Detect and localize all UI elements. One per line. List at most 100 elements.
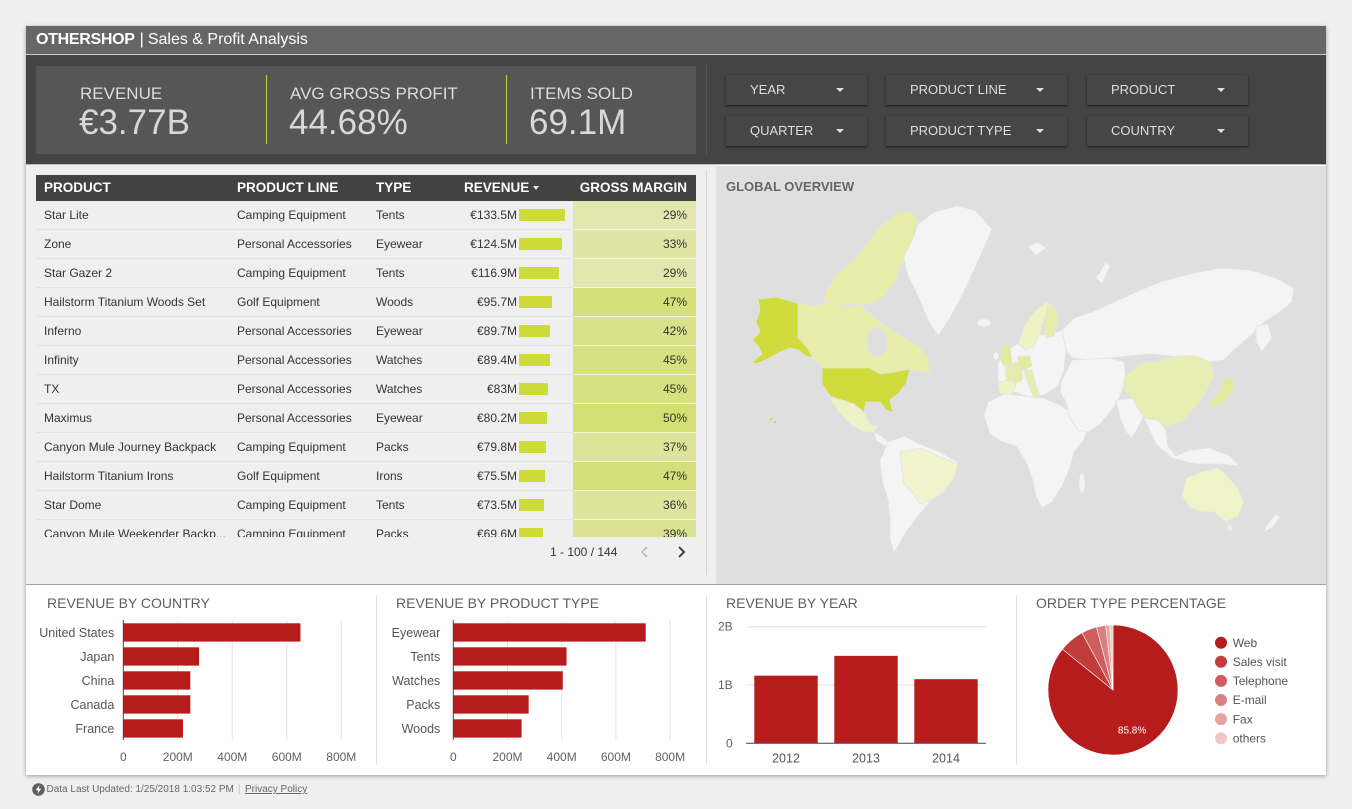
cell-revenue: €133.5M	[470, 208, 517, 222]
legend-swatch	[1215, 694, 1227, 706]
cell-product: Infinity	[44, 353, 79, 367]
bar[interactable]	[123, 671, 191, 690]
legend-item[interactable]: E-mail	[1215, 693, 1267, 707]
bar[interactable]	[453, 671, 563, 690]
column-header-revenue[interactable]: REVENUE	[464, 175, 529, 201]
chevron-left-icon[interactable]	[639, 543, 651, 561]
map-region-new-zealand[interactable]	[1263, 513, 1281, 533]
kpi-divider	[266, 75, 267, 144]
y-tick-label: 0	[726, 736, 733, 750]
x-tick-label: 200M	[492, 750, 522, 764]
cell-revenue: €80.2M	[476, 411, 517, 425]
map-region-australia[interactable]	[1181, 467, 1245, 523]
filter-label: PRODUCT TYPE	[910, 123, 1012, 138]
cell-revenue: €75.5M	[476, 469, 517, 483]
column-header-product[interactable]: PRODUCT	[44, 175, 111, 201]
bar[interactable]	[453, 695, 529, 714]
map-region-hawaii[interactable]	[769, 416, 774, 421]
map-region-tasmania[interactable]	[1226, 524, 1234, 532]
legend-item[interactable]: others	[1215, 731, 1266, 745]
category-label: Eyewear	[392, 626, 441, 640]
filter-product-line[interactable]: PRODUCT LINE	[886, 75, 1067, 105]
revenue-by-country-chart: 0 200M 400M 600M 800M United States Japan China…	[39, 620, 356, 764]
table-header: PRODUCT PRODUCT LINE TYPE REVENUE GROSS …	[36, 175, 696, 201]
column-header-product-line[interactable]: PRODUCT LINE	[237, 175, 338, 201]
table-row[interactable]: Canyon Mule Journey Backpack Camping Equi…	[36, 433, 696, 462]
privacy-policy-link[interactable]: Privacy Policy	[245, 782, 307, 797]
kpi-divider	[506, 75, 507, 144]
table-row[interactable]: Hailstorm Titanium Woods Set Golf Equipme…	[36, 288, 696, 317]
map-region-united-kingdom[interactable]	[999, 341, 1013, 367]
legend-swatch	[1215, 636, 1227, 649]
table-row[interactable]: Canyon Mule Weekender Backp... Camping Eq…	[36, 520, 696, 537]
cell-type: Watches	[376, 382, 423, 396]
bar[interactable]	[834, 655, 898, 744]
bar[interactable]	[914, 679, 978, 744]
map-region-spain[interactable]	[997, 379, 1017, 395]
legend-item[interactable]: Fax	[1215, 712, 1253, 726]
filter-product[interactable]: PRODUCT	[1087, 75, 1248, 105]
bar[interactable]	[754, 675, 818, 744]
title-bar: OTHERSHOP | Sales & Profit Analysis	[26, 26, 1326, 55]
revenue-bar	[519, 528, 543, 537]
cell-product: Star Gazer 2	[44, 266, 113, 280]
bar[interactable]	[123, 623, 301, 642]
revenue-bar	[519, 267, 560, 279]
map-region-svalbard[interactable]	[1027, 241, 1047, 257]
filter-quarter[interactable]: QUARTER	[726, 116, 867, 146]
table-row[interactable]: TX Personal Accessories Watches €83M 45%	[36, 375, 696, 404]
legend-item[interactable]: Web	[1215, 636, 1257, 650]
table-row[interactable]: Star Gazer 2 Camping Equipment Tents €116.9…	[36, 259, 696, 288]
table-row[interactable]: Zone Personal Accessories Eyewear €124.5M 33…	[36, 230, 696, 259]
map-region-madagascar[interactable]	[1078, 472, 1086, 494]
table-row[interactable]: Infinity Personal Accessories Watches €89.4…	[36, 346, 696, 375]
legend-item[interactable]: Sales visit	[1215, 655, 1287, 669]
cell-product: Zone	[44, 237, 72, 251]
cell-type: Packs	[376, 527, 409, 537]
dropdown-caret-icon	[1036, 129, 1044, 133]
filter-year[interactable]: YEAR	[726, 75, 867, 105]
chevron-right-icon[interactable]	[675, 543, 687, 561]
filter-product-type[interactable]: PRODUCT TYPE	[886, 116, 1067, 146]
dropdown-caret-icon	[1217, 88, 1225, 92]
map-region-canada[interactable]	[797, 301, 931, 375]
table-row[interactable]: Inferno Personal Accessories Eyewear €89.7M…	[36, 317, 696, 346]
revenue-bar	[519, 499, 545, 511]
map-region-canada-arctic[interactable]	[822, 211, 919, 307]
map-region-hawaii[interactable]	[773, 419, 778, 424]
bar[interactable]	[123, 695, 191, 714]
category-label: Woods	[402, 722, 441, 736]
map-region-novaya-zemlya[interactable]	[1095, 261, 1111, 285]
bar[interactable]	[453, 719, 522, 738]
category-label: United States	[39, 626, 114, 640]
category-label: Watches	[392, 674, 440, 688]
table-row[interactable]: Maximus Personal Accessories Eyewear €80.2M…	[36, 404, 696, 433]
y-tick-label: 1B	[718, 678, 733, 692]
legend-label: E-mail	[1233, 693, 1267, 707]
map-region-kamchatka[interactable]	[1255, 323, 1273, 353]
column-header-type[interactable]: TYPE	[376, 175, 411, 201]
table-row[interactable]: Star Dome Camping Equipment Tents €73.5M 36%	[36, 491, 696, 520]
legend-item[interactable]: Telephone	[1215, 674, 1288, 688]
legend-label: Web	[1233, 636, 1258, 650]
bar[interactable]	[453, 623, 646, 642]
bar[interactable]	[123, 647, 200, 666]
last-updated-text: Data Last Updated: 1/25/2018 1:03:52 PM	[46, 784, 234, 795]
map-region-southeast-asia[interactable]	[1143, 417, 1241, 467]
cell-revenue: €79.8M	[476, 440, 517, 454]
cell-product-line: Personal Accessories	[237, 382, 352, 396]
bar[interactable]	[453, 647, 567, 666]
pie-data-label: 85.8%	[1118, 725, 1146, 736]
table-row[interactable]: Star Lite Camping Equipment Tents €133.5M 29…	[36, 201, 696, 230]
filter-country[interactable]: COUNTRY	[1087, 116, 1248, 146]
cell-revenue: €116.9M	[471, 266, 517, 280]
cell-product-line: Personal Accessories	[237, 324, 352, 338]
revenue-by-year-chart: 0 1B 2B 2012 2013 2014	[718, 620, 986, 766]
table-row[interactable]: Hailstorm Titanium Irons Golf Equipment Ir…	[36, 462, 696, 491]
column-header-gross-margin[interactable]: GROSS MARGIN	[580, 175, 687, 201]
map-region-ireland[interactable]	[992, 351, 1000, 361]
sort-desc-icon[interactable]	[533, 186, 539, 190]
revenue-bar	[519, 412, 547, 424]
map-region-iceland[interactable]	[976, 318, 992, 328]
bar[interactable]	[123, 719, 183, 738]
